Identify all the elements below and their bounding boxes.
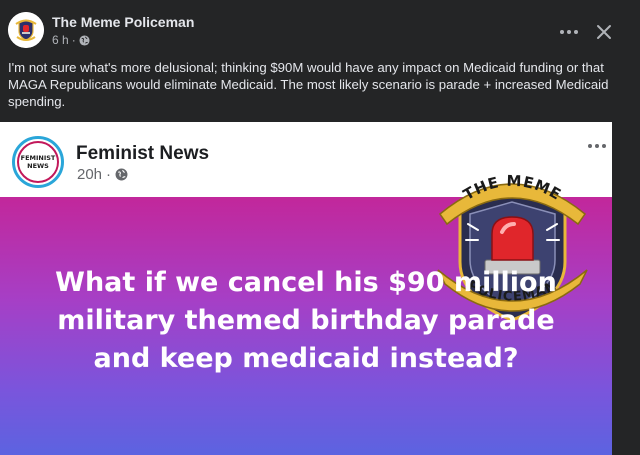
meme-headline: What if we cancel his $90 million milita… (0, 264, 612, 378)
shared-more-icon (584, 138, 610, 154)
close-icon (597, 25, 611, 39)
feminist-news-logo: FEMINIST NEWS (12, 136, 64, 188)
shared-post-meta: 20h · (77, 166, 128, 183)
logo-line2: NEWS (27, 162, 49, 170)
post-meta: 6 h · (52, 33, 90, 47)
headline-line-3: and keep medicaid instead? (93, 343, 519, 374)
shared-meta-separator: · (106, 166, 112, 183)
post-header: The Meme Policeman 6 h · (0, 0, 640, 58)
meta-separator: · (71, 33, 76, 47)
headline-line-2: military themed birthday parade (57, 305, 555, 336)
meme-policeman-badge-icon (8, 12, 44, 48)
globe-icon (115, 168, 128, 181)
shared-page-name: Feminist News (76, 143, 210, 164)
image-right-edge (612, 122, 640, 455)
more-options-button[interactable] (555, 18, 583, 46)
ellipsis-icon (588, 144, 606, 148)
post-time[interactable]: 6 h (52, 33, 69, 47)
facebook-post: The Meme Policeman 6 h · I'm not sure wh… (0, 0, 640, 455)
headline-line-1: What if we cancel his $90 million (55, 267, 557, 298)
ellipsis-icon (560, 30, 578, 34)
shared-post-time: 20h (77, 166, 103, 183)
post-text: I'm not sure what's more delusional; thi… (8, 60, 609, 109)
logo-line1: FEMINIST (20, 154, 56, 162)
logo-inner: FEMINIST NEWS (17, 141, 59, 183)
shared-image[interactable]: FEMINIST NEWS Feminist News 20h · THE ME… (0, 122, 640, 455)
close-button[interactable] (590, 18, 618, 46)
globe-icon (79, 34, 90, 46)
author-avatar[interactable] (8, 12, 44, 48)
author-name[interactable]: The Meme Policeman (52, 14, 194, 30)
